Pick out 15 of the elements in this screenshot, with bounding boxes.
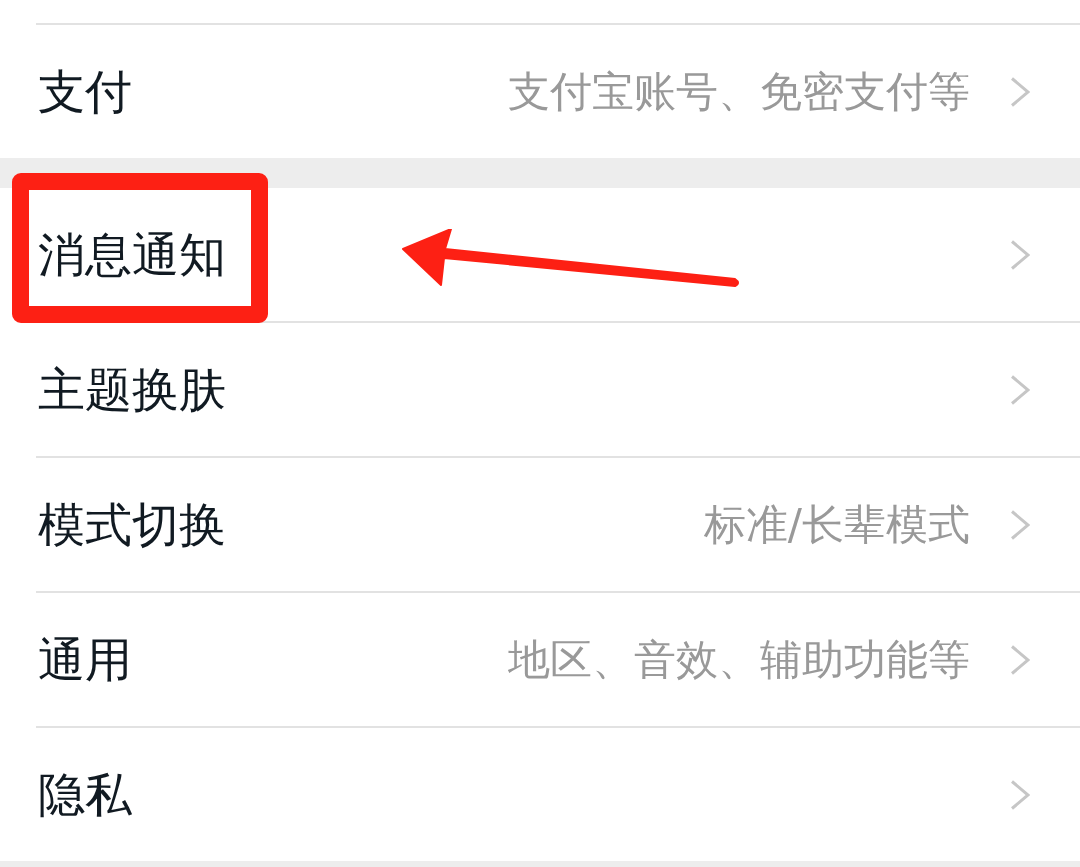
settings-item-label[interactable]: 隐私 (38, 766, 132, 822)
settings-item-label[interactable]: 支付 (38, 63, 132, 119)
chevron-right-icon (1010, 779, 1030, 810)
settings-item-value: 地区、音效、辅助功能等 (508, 634, 970, 685)
chevron-right-icon (1010, 374, 1030, 405)
chevron-right-icon (1010, 644, 1030, 675)
chevron-right-icon (1010, 239, 1030, 270)
chevron-right-icon (1010, 76, 1030, 107)
settings-item-value: 支付宝账号、免密支付等 (508, 66, 970, 117)
settings-item-label[interactable]: 模式切换 (38, 496, 226, 552)
settings-item-label[interactable]: 消息通知 (38, 226, 226, 282)
settings-item-value: 标准/长辈模式 (703, 499, 970, 550)
settings-item-label[interactable]: 通用 (38, 631, 132, 687)
chevron-right-icon (1010, 509, 1030, 540)
settings-item-label[interactable]: 主题换肤 (38, 361, 226, 417)
